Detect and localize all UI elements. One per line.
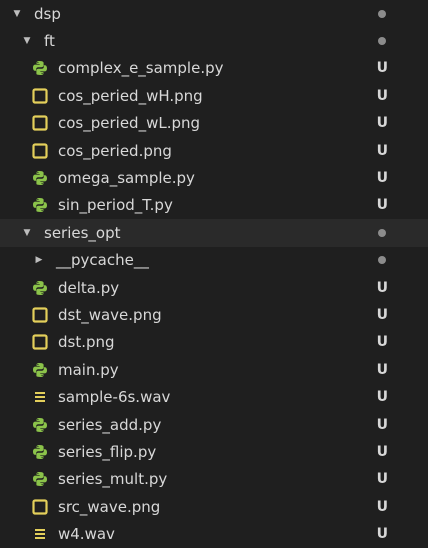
chevron-down-icon[interactable]: ▼: [22, 36, 32, 46]
image-icon: [32, 88, 48, 104]
file-item[interactable]: cos_peried_wL.png U: [0, 110, 428, 137]
modified-dot-icon: [378, 256, 386, 265]
file-label: dst_wave.png: [58, 305, 162, 324]
git-status-badge: U: [376, 306, 388, 323]
git-status-badge: U: [376, 60, 388, 77]
python-icon: [32, 444, 48, 460]
file-item[interactable]: series_flip.py U: [0, 438, 428, 465]
file-explorer-tree: ▼ dsp ▼ ft complex_e_sample.py U cos_per…: [0, 0, 428, 548]
folder-pycache[interactable]: ▶ __pycache__: [0, 247, 428, 274]
folder-label: dsp: [34, 4, 61, 23]
git-status-badge: U: [376, 142, 388, 159]
python-icon: [32, 60, 48, 76]
file-label: cos_peried_wL.png: [58, 114, 201, 133]
file-item[interactable]: cos_peried.png U: [0, 137, 428, 164]
modified-dot-icon: [378, 228, 386, 237]
file-item[interactable]: sample-6s.wav U: [0, 383, 428, 410]
git-status-badge: U: [376, 115, 388, 132]
python-icon: [32, 362, 48, 378]
git-status-badge: U: [376, 443, 388, 460]
git-status-badge: U: [376, 87, 388, 104]
modified-dot-icon: [378, 9, 386, 18]
git-status-badge: U: [376, 361, 388, 378]
file-label: delta.py: [58, 278, 120, 297]
audio-icon: [32, 389, 48, 405]
folder-dsp[interactable]: ▼ dsp: [0, 0, 428, 27]
file-label: sin_period_T.py: [58, 196, 173, 215]
file-item[interactable]: omega_sample.py U: [0, 164, 428, 191]
file-item[interactable]: series_mult.py U: [0, 466, 428, 493]
git-status-badge: U: [376, 170, 388, 187]
image-icon: [32, 334, 48, 350]
folder-label: series_opt: [44, 223, 121, 242]
git-status-badge: U: [376, 471, 388, 488]
file-item[interactable]: series_add.py U: [0, 411, 428, 438]
chevron-down-icon[interactable]: ▼: [22, 228, 32, 238]
file-label: dst.png: [58, 333, 115, 352]
folder-label: ft: [44, 32, 55, 51]
file-label: src_wave.png: [58, 497, 161, 516]
file-label: series_mult.py: [58, 470, 168, 489]
folder-series-opt[interactable]: ▼ series_opt: [0, 219, 428, 247]
chevron-right-icon[interactable]: ▶: [34, 255, 44, 265]
git-status-badge: U: [376, 416, 388, 433]
file-label: omega_sample.py: [58, 169, 195, 188]
python-icon: [32, 170, 48, 186]
file-label: complex_e_sample.py: [58, 59, 224, 78]
image-icon: [32, 143, 48, 159]
file-item[interactable]: delta.py U: [0, 274, 428, 301]
file-item[interactable]: cos_peried_wH.png U: [0, 82, 428, 109]
file-label: series_add.py: [58, 415, 162, 434]
image-icon: [32, 499, 48, 515]
file-item[interactable]: complex_e_sample.py U: [0, 55, 428, 82]
file-label: series_flip.py: [58, 442, 157, 461]
git-status-badge: U: [376, 498, 388, 515]
git-status-badge: U: [376, 526, 388, 543]
file-item[interactable]: sin_period_T.py U: [0, 192, 428, 219]
modified-dot-icon: [378, 37, 386, 46]
image-icon: [32, 115, 48, 131]
git-status-badge: U: [376, 334, 388, 351]
file-item[interactable]: main.py U: [0, 356, 428, 383]
file-item[interactable]: src_wave.png U: [0, 493, 428, 520]
folder-ft[interactable]: ▼ ft: [0, 27, 428, 54]
file-label: cos_peried_wH.png: [58, 86, 203, 105]
file-label: main.py: [58, 360, 119, 379]
file-label: cos_peried.png: [58, 141, 172, 160]
file-label: sample-6s.wav: [58, 388, 171, 407]
python-icon: [32, 471, 48, 487]
audio-icon: [32, 526, 48, 542]
python-icon: [32, 417, 48, 433]
file-item[interactable]: w4.wav U: [0, 520, 428, 547]
chevron-down-icon[interactable]: ▼: [12, 9, 22, 19]
file-item[interactable]: dst_wave.png U: [0, 301, 428, 328]
image-icon: [32, 307, 48, 323]
file-label: w4.wav: [58, 525, 115, 544]
python-icon: [32, 197, 48, 213]
folder-label: __pycache__: [56, 251, 149, 270]
git-status-badge: U: [376, 279, 388, 296]
git-status-badge: U: [376, 197, 388, 214]
git-status-badge: U: [376, 389, 388, 406]
file-item[interactable]: dst.png U: [0, 329, 428, 356]
python-icon: [32, 280, 48, 296]
